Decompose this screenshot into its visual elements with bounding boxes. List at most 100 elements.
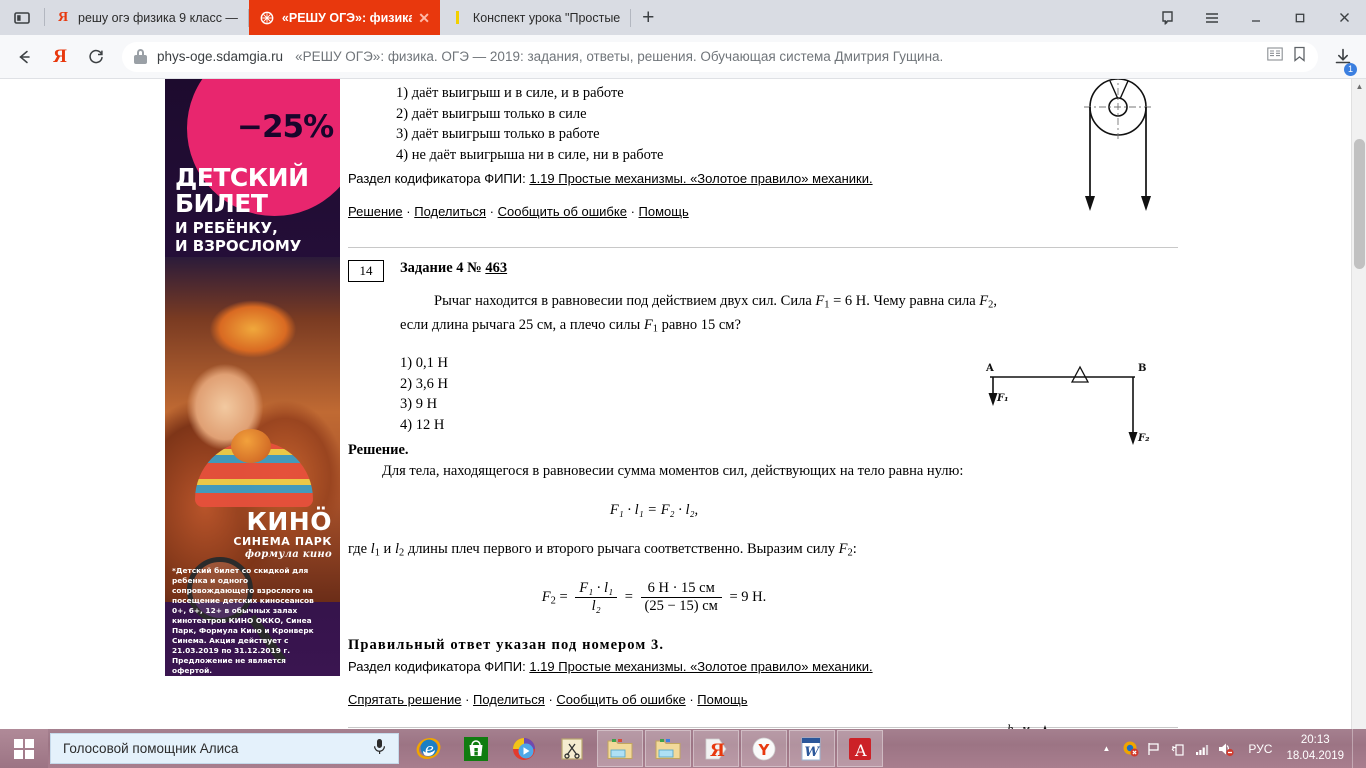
usb-icon[interactable] xyxy=(1166,729,1190,768)
maximize-button[interactable] xyxy=(1278,0,1322,35)
formula-lhs: F xyxy=(541,588,551,605)
network-icon[interactable] xyxy=(1190,729,1214,768)
minimize-button[interactable] xyxy=(1234,0,1278,35)
download-button[interactable]: 1 xyxy=(1326,37,1360,77)
action-help[interactable]: Помощь xyxy=(639,204,689,219)
taskbar-item-media-player[interactable] xyxy=(501,730,547,767)
task-14-question: Рычаг находится в равновесии под действи… xyxy=(400,290,1012,337)
microphone-icon[interactable] xyxy=(373,738,386,760)
action-report-error[interactable]: Сообщить об ошибке xyxy=(498,204,627,219)
browser-toolbar: Я phys-oge.sdamgia.ru «РЕШУ ОГЭ»: физика… xyxy=(0,35,1366,79)
browser-tab-1-title: решу огэ физика 9 класс — xyxy=(78,10,238,25)
windows-start-icon[interactable] xyxy=(0,729,48,768)
antivirus-icon[interactable] xyxy=(1118,729,1142,768)
formula-result: F2 = F₁ · l₁ l₂ = 6 Н · 15 см (25 − 15) … xyxy=(348,580,960,615)
reload-button[interactable] xyxy=(78,39,114,75)
lever-label-f2: F₂ xyxy=(1137,433,1150,444)
solution-paragraph-2: где l1 и l2 длины плеч первого и второго… xyxy=(348,539,1048,561)
formula-result-value: = 9 Н. xyxy=(729,588,767,605)
svg-text:e: e xyxy=(425,740,434,758)
address-bar[interactable]: phys-oge.sdamgia.ru «РЕШУ ОГЭ»: физика. … xyxy=(122,41,1318,72)
ad-headline-4: И ВЗРОСЛОМУ xyxy=(175,237,302,255)
page-scrollbar[interactable]: ▲ ▼ xyxy=(1351,79,1366,768)
fraction-2-denominator: (25 − 15) см xyxy=(644,597,718,614)
fraction-2-numerator: 6 Н · 15 см xyxy=(640,580,722,598)
browser-tab-3[interactable]: Конспект урока "Простые xyxy=(439,0,631,35)
taskbar-item-yandex-browser[interactable]: Я xyxy=(693,730,739,767)
action-separator: · xyxy=(630,204,639,220)
taskbar-item-yandex-app[interactable]: Y xyxy=(741,730,787,767)
task-title-prefix: Задание 4 № xyxy=(400,260,482,277)
language-indicator[interactable]: РУС xyxy=(1238,742,1282,756)
ad-logo-main: КИНӦ xyxy=(246,507,332,536)
fraction-1-numerator: F₁ · l₁ xyxy=(575,580,618,598)
yandex-home-icon[interactable]: Я xyxy=(42,39,78,75)
taskbar-item-windows-store[interactable] xyxy=(453,730,499,767)
taskbar-item-microsoft-word[interactable]: W xyxy=(789,730,835,767)
advertisement-banner[interactable]: −25% ДЕТСКИЙ БИЛЕТ И РЕБЁНКУ, И ВЗРОСЛОМ… xyxy=(165,79,340,676)
menu-icon[interactable] xyxy=(1190,0,1234,35)
action-separator: · xyxy=(465,691,474,707)
collections-icon[interactable] xyxy=(1146,0,1190,35)
action-share[interactable]: Поделиться xyxy=(414,204,486,219)
url-domain: phys-oge.sdamgia.ru xyxy=(157,49,284,64)
clock[interactable]: 20:13 18.04.2019 xyxy=(1282,733,1352,764)
show-desktop-button[interactable] xyxy=(1352,729,1360,768)
action-report-error[interactable]: Сообщить об ошибке xyxy=(556,692,685,707)
question-part-1: Рычаг находится в равновесии под действи… xyxy=(434,293,816,310)
bookmark-icon[interactable] xyxy=(1293,46,1306,67)
question-symbol-f3: F xyxy=(643,316,653,333)
ad-headline-2: БИЛЕТ xyxy=(175,189,268,218)
solution-p2-b: и xyxy=(379,541,395,558)
alice-search-box[interactable]: Голосовой помощник Алиса xyxy=(50,733,399,764)
browser-tab-1[interactable]: Я решу огэ физика 9 класс — xyxy=(45,0,248,35)
fraction-1-denominator: l₂ xyxy=(591,597,601,614)
new-tab-button[interactable]: + xyxy=(631,0,665,35)
ad-fine-print: *Детский билет со скидкой для ребенка и … xyxy=(172,566,314,675)
action-separator: · xyxy=(489,204,498,220)
codifier-link[interactable]: 1.19 Простые механизмы. «Золотое правило… xyxy=(529,171,872,186)
tray-expand-icon[interactable]: ▲ xyxy=(1094,729,1118,768)
question-part-4: равно 15 см? xyxy=(657,316,741,333)
correct-answer-line: Правильный ответ указан под номером 3. xyxy=(348,636,665,653)
close-button[interactable] xyxy=(1322,0,1366,35)
solution-p2-end: : xyxy=(852,541,857,558)
yandex-icon: Я xyxy=(57,9,69,25)
volume-muted-icon[interactable] xyxy=(1214,729,1238,768)
taskbar-item-file-explorer-1[interactable] xyxy=(597,730,643,767)
ad-pompom-decoration xyxy=(231,429,271,463)
symbol-f: F xyxy=(838,541,848,558)
flag-icon[interactable] xyxy=(1142,729,1166,768)
close-icon[interactable]: ✕ xyxy=(418,11,430,25)
taskbar-item-file-explorer-2[interactable] xyxy=(645,730,691,767)
action-share[interactable]: Поделиться xyxy=(473,692,545,707)
taskbar-item-snipping-tool[interactable] xyxy=(549,730,595,767)
taskbar-item-adobe-acrobat[interactable]: A xyxy=(837,730,883,767)
formula-lhs-sub: 2 xyxy=(550,595,556,607)
tab-list-icon[interactable] xyxy=(0,0,44,35)
back-button[interactable] xyxy=(6,39,42,75)
web-page: −25% ДЕТСКИЙ БИЛЕТ И РЕБЁНКУ, И ВЗРОСЛОМ… xyxy=(0,79,1366,768)
browser-tab-2[interactable]: «РЕШУ ОГЭ»: физика. ОГЭ ✕ xyxy=(248,0,440,35)
fraction-2: 6 Н · 15 см (25 − 15) см xyxy=(640,580,722,615)
codifier-link[interactable]: 1.19 Простые механизмы. «Золотое правило… xyxy=(529,659,872,674)
url-page-title: «РЕШУ ОГЭ»: физика. ОГЭ — 2019: задания,… xyxy=(295,49,944,64)
ad-logo-tagline: формула кино xyxy=(244,549,332,560)
action-solution[interactable]: Решение xyxy=(348,204,403,219)
reader-mode-icon[interactable] xyxy=(1267,47,1283,66)
document-icon xyxy=(450,10,466,26)
scrollbar-thumb[interactable] xyxy=(1354,139,1365,269)
scroll-up-arrow[interactable]: ▲ xyxy=(1352,79,1366,94)
formula-moments: F₁ · l₁ = F₂ · l₂, xyxy=(348,502,960,519)
task-14-actions: Спрятать решение · Поделиться · Сообщить… xyxy=(348,692,1178,707)
question-part-2: = 6 Н. Чему равна сила xyxy=(829,293,980,310)
taskbar-item-internet-explorer[interactable]: e xyxy=(405,730,451,767)
task-id-link[interactable]: 463 xyxy=(485,260,507,276)
task-14-header: 14 Задание 4 № 463 xyxy=(348,260,1178,283)
formula-equals: = xyxy=(559,588,572,605)
action-help[interactable]: Помощь xyxy=(697,692,747,707)
pulley-diagram xyxy=(1084,79,1154,211)
action-hide-solution[interactable]: Спрятать решение xyxy=(348,692,461,707)
ad-logo: КИНӦ СИНЕМА ПАРК формула кино xyxy=(165,507,340,560)
lever-diagram: A B F₁ F₂ xyxy=(985,363,1150,445)
